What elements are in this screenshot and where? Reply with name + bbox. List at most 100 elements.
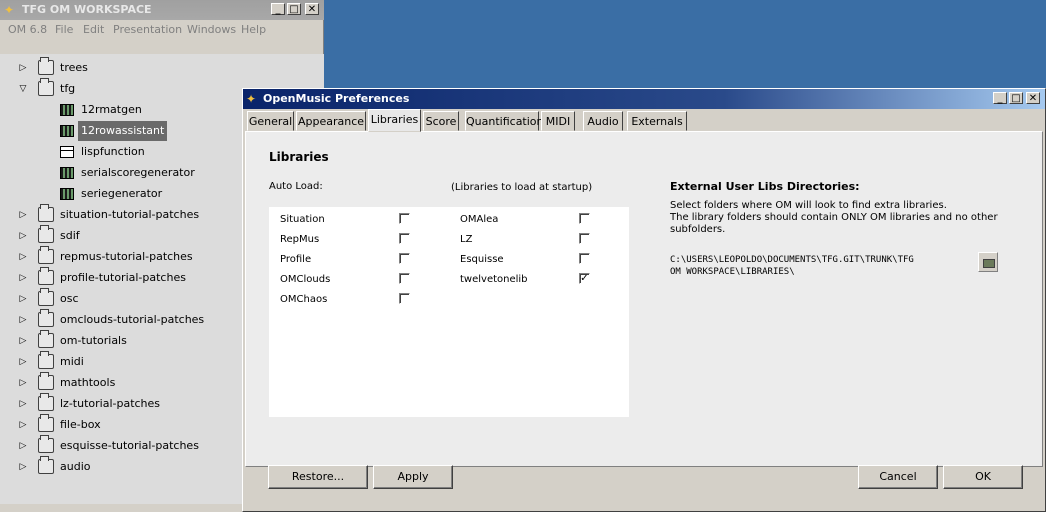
- library-name: LZ: [460, 234, 473, 245]
- expand-arrow-icon[interactable]: ▷: [17, 289, 29, 309]
- section-title: Libraries: [269, 150, 329, 164]
- tree-item-label: osc: [60, 292, 79, 305]
- expand-arrow-icon[interactable]: ▷: [17, 373, 29, 393]
- tab-externals[interactable]: Externals: [627, 111, 687, 131]
- expand-arrow-icon[interactable]: ▷: [17, 331, 29, 351]
- library-name: OMAlea: [460, 214, 499, 225]
- external-path-line-1: C:\USERS\LEOPOLDO\DOCUMENTS\TFG.GIT\TRUN…: [670, 255, 914, 265]
- library-autoload-checkbox[interactable]: ✓: [579, 273, 590, 284]
- folder-icon: [38, 225, 54, 243]
- library-name: Esquisse: [460, 254, 504, 265]
- menu-windows[interactable]: Windows: [187, 20, 236, 40]
- minimize-button[interactable]: _: [993, 92, 1007, 104]
- tree-item-label: omclouds-tutorial-patches: [60, 313, 205, 326]
- library-autoload-checkbox[interactable]: [399, 293, 410, 304]
- tree-item-label: lispfunction: [81, 145, 145, 158]
- library-autoload-checkbox[interactable]: [399, 213, 410, 224]
- minimize-button[interactable]: _: [271, 3, 285, 15]
- library-name: RepMus: [280, 234, 320, 245]
- tree-item[interactable]: ▷ trees: [0, 57, 324, 78]
- tree-item-label: serialscoregenerator: [81, 166, 195, 179]
- tree-item-label: mathtools: [60, 376, 116, 389]
- tree-item-label: repmus-tutorial-patches: [60, 250, 193, 263]
- menu-om-version[interactable]: OM 6.8: [8, 20, 47, 40]
- external-libs-title: External User Libs Directories:: [670, 180, 860, 193]
- apply-button[interactable]: Apply: [373, 465, 453, 489]
- patch-icon: [60, 104, 74, 116]
- choose-folder-button[interactable]: [978, 252, 998, 272]
- tree-item-label: midi: [60, 355, 84, 368]
- folder-icon: [38, 372, 54, 390]
- menu-help[interactable]: Help: [241, 20, 266, 40]
- external-desc-line-2: The library folders should contain ONLY …: [670, 212, 998, 223]
- close-button[interactable]: ✕: [305, 3, 319, 15]
- expand-arrow-icon[interactable]: ▷: [17, 226, 29, 246]
- workspace-title-bar[interactable]: ✦ TFG OM WORKSPACE _ □ ✕: [0, 0, 324, 20]
- maximize-button[interactable]: □: [287, 3, 301, 15]
- tree-item-label: 12rmatgen: [81, 103, 142, 116]
- external-path-line-2: OM WORKSPACE\LIBRARIES\: [670, 267, 795, 277]
- folder-icon: [38, 267, 54, 285]
- library-name: OMChaos: [280, 294, 328, 305]
- tab-midi[interactable]: MIDI: [541, 111, 575, 131]
- expand-arrow-icon[interactable]: ▷: [17, 205, 29, 225]
- workspace-menu-bar: OM 6.8 File Edit Presentation Windows He…: [0, 20, 324, 40]
- library-name: OMClouds: [280, 274, 331, 285]
- startup-label: (Libraries to load at startup): [451, 182, 593, 193]
- library-autoload-checkbox[interactable]: [579, 213, 590, 224]
- close-button[interactable]: ✕: [1026, 92, 1040, 104]
- patch-icon: [60, 125, 74, 137]
- tab-audio[interactable]: Audio: [583, 111, 623, 131]
- restore-button[interactable]: Restore...: [268, 465, 368, 489]
- cancel-button[interactable]: Cancel: [858, 465, 938, 489]
- tree-item-label: situation-tutorial-patches: [60, 208, 200, 221]
- expand-arrow-icon[interactable]: ▷: [17, 310, 29, 330]
- maximize-button[interactable]: □: [1009, 92, 1023, 104]
- tree-item-label: audio: [60, 460, 91, 473]
- auto-load-label: Auto Load:: [269, 181, 323, 192]
- patch-icon: [60, 188, 74, 200]
- tree-item-label: file-box: [60, 418, 101, 431]
- expand-arrow-icon[interactable]: ▷: [17, 247, 29, 267]
- library-name: Profile: [280, 254, 312, 265]
- ok-button[interactable]: OK: [943, 465, 1023, 489]
- folder-icon: [38, 456, 54, 474]
- libraries-panel: Libraries Auto Load: (Libraries to load …: [245, 131, 1043, 467]
- expand-arrow-icon[interactable]: ▷: [17, 58, 29, 78]
- folder-icon: [38, 414, 54, 432]
- menu-presentation[interactable]: Presentation: [113, 20, 182, 40]
- expand-arrow-icon[interactable]: ▷: [17, 394, 29, 414]
- tab-appearance[interactable]: Appearance: [296, 111, 366, 131]
- library-autoload-checkbox[interactable]: [399, 253, 410, 264]
- expand-arrow-icon[interactable]: ▷: [17, 415, 29, 435]
- library-autoload-checkbox[interactable]: [579, 253, 590, 264]
- menu-edit[interactable]: Edit: [83, 20, 104, 40]
- library-autoload-checkbox[interactable]: [399, 233, 410, 244]
- collapse-arrow-icon[interactable]: ▽: [17, 79, 29, 99]
- tab-libraries[interactable]: Libraries: [368, 109, 421, 132]
- library-autoload-checkbox[interactable]: [579, 233, 590, 244]
- folder-icon: [38, 435, 54, 453]
- tree-item-label: trees: [60, 61, 88, 74]
- folder-icon: [38, 288, 54, 306]
- preferences-title: OpenMusic Preferences: [263, 92, 410, 105]
- tab-quantification[interactable]: Quantification: [465, 111, 544, 131]
- expand-arrow-icon[interactable]: ▷: [17, 352, 29, 372]
- folder-icon: [38, 57, 54, 75]
- tree-item-label: esquisse-tutorial-patches: [60, 439, 199, 452]
- expand-arrow-icon[interactable]: ▷: [17, 268, 29, 288]
- menu-file[interactable]: File: [55, 20, 73, 40]
- folder-icon: [38, 204, 54, 222]
- preferences-title-bar[interactable]: ✦ OpenMusic Preferences _ □ ✕: [243, 89, 1045, 109]
- expand-arrow-icon[interactable]: ▷: [17, 436, 29, 456]
- tree-item-label: om-tutorials: [60, 334, 127, 347]
- folder-icon: [38, 246, 54, 264]
- tree-item-label: tfg: [60, 82, 76, 95]
- tab-score[interactable]: Score: [423, 111, 459, 131]
- lisp-function-icon: [60, 146, 74, 158]
- library-autoload-checkbox[interactable]: [399, 273, 410, 284]
- library-name: twelvetonelib: [460, 274, 528, 285]
- external-desc-line-3: subfolders.: [670, 224, 726, 235]
- tab-general[interactable]: General: [247, 111, 294, 131]
- expand-arrow-icon[interactable]: ▷: [17, 457, 29, 477]
